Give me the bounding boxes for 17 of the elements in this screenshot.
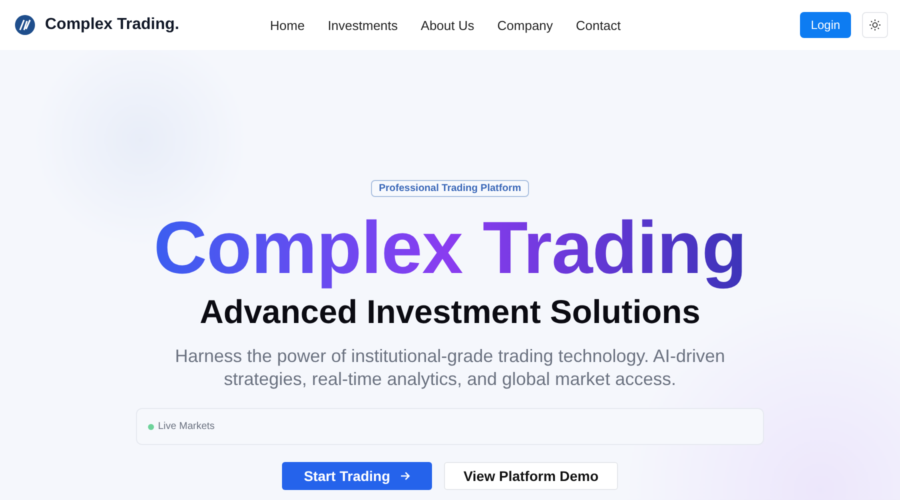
login-button[interactable]: Login <box>800 12 851 38</box>
badge: Professional Trading Platform <box>370 180 530 197</box>
nav-link[interactable]: Company <box>497 18 553 32</box>
nav-link[interactable]: About Us <box>420 18 474 32</box>
live-markets-label: Live Markets <box>158 421 215 432</box>
brand-name[interactable]: Complex Trading. <box>45 16 180 34</box>
hero-subtitle: Advanced Investment Solutions <box>200 293 700 331</box>
sun-icon <box>869 19 881 31</box>
logo-icon <box>15 15 35 35</box>
arrow-right-icon <box>400 471 410 481</box>
theme-toggle-button[interactable] <box>862 12 888 38</box>
start-trading-button[interactable]: Start Trading <box>282 462 432 490</box>
demo-button[interactable]: View Platform Demo <box>444 462 618 490</box>
nav-link[interactable]: Investments <box>328 18 398 32</box>
nav-link[interactable]: Contact <box>576 18 621 32</box>
nav-link[interactable]: Home <box>270 18 305 32</box>
hero-description: Harness the power of institutional-grade trading technology. AI-driven strategies, real-time analytics, and global market access. <box>174 345 726 391</box>
